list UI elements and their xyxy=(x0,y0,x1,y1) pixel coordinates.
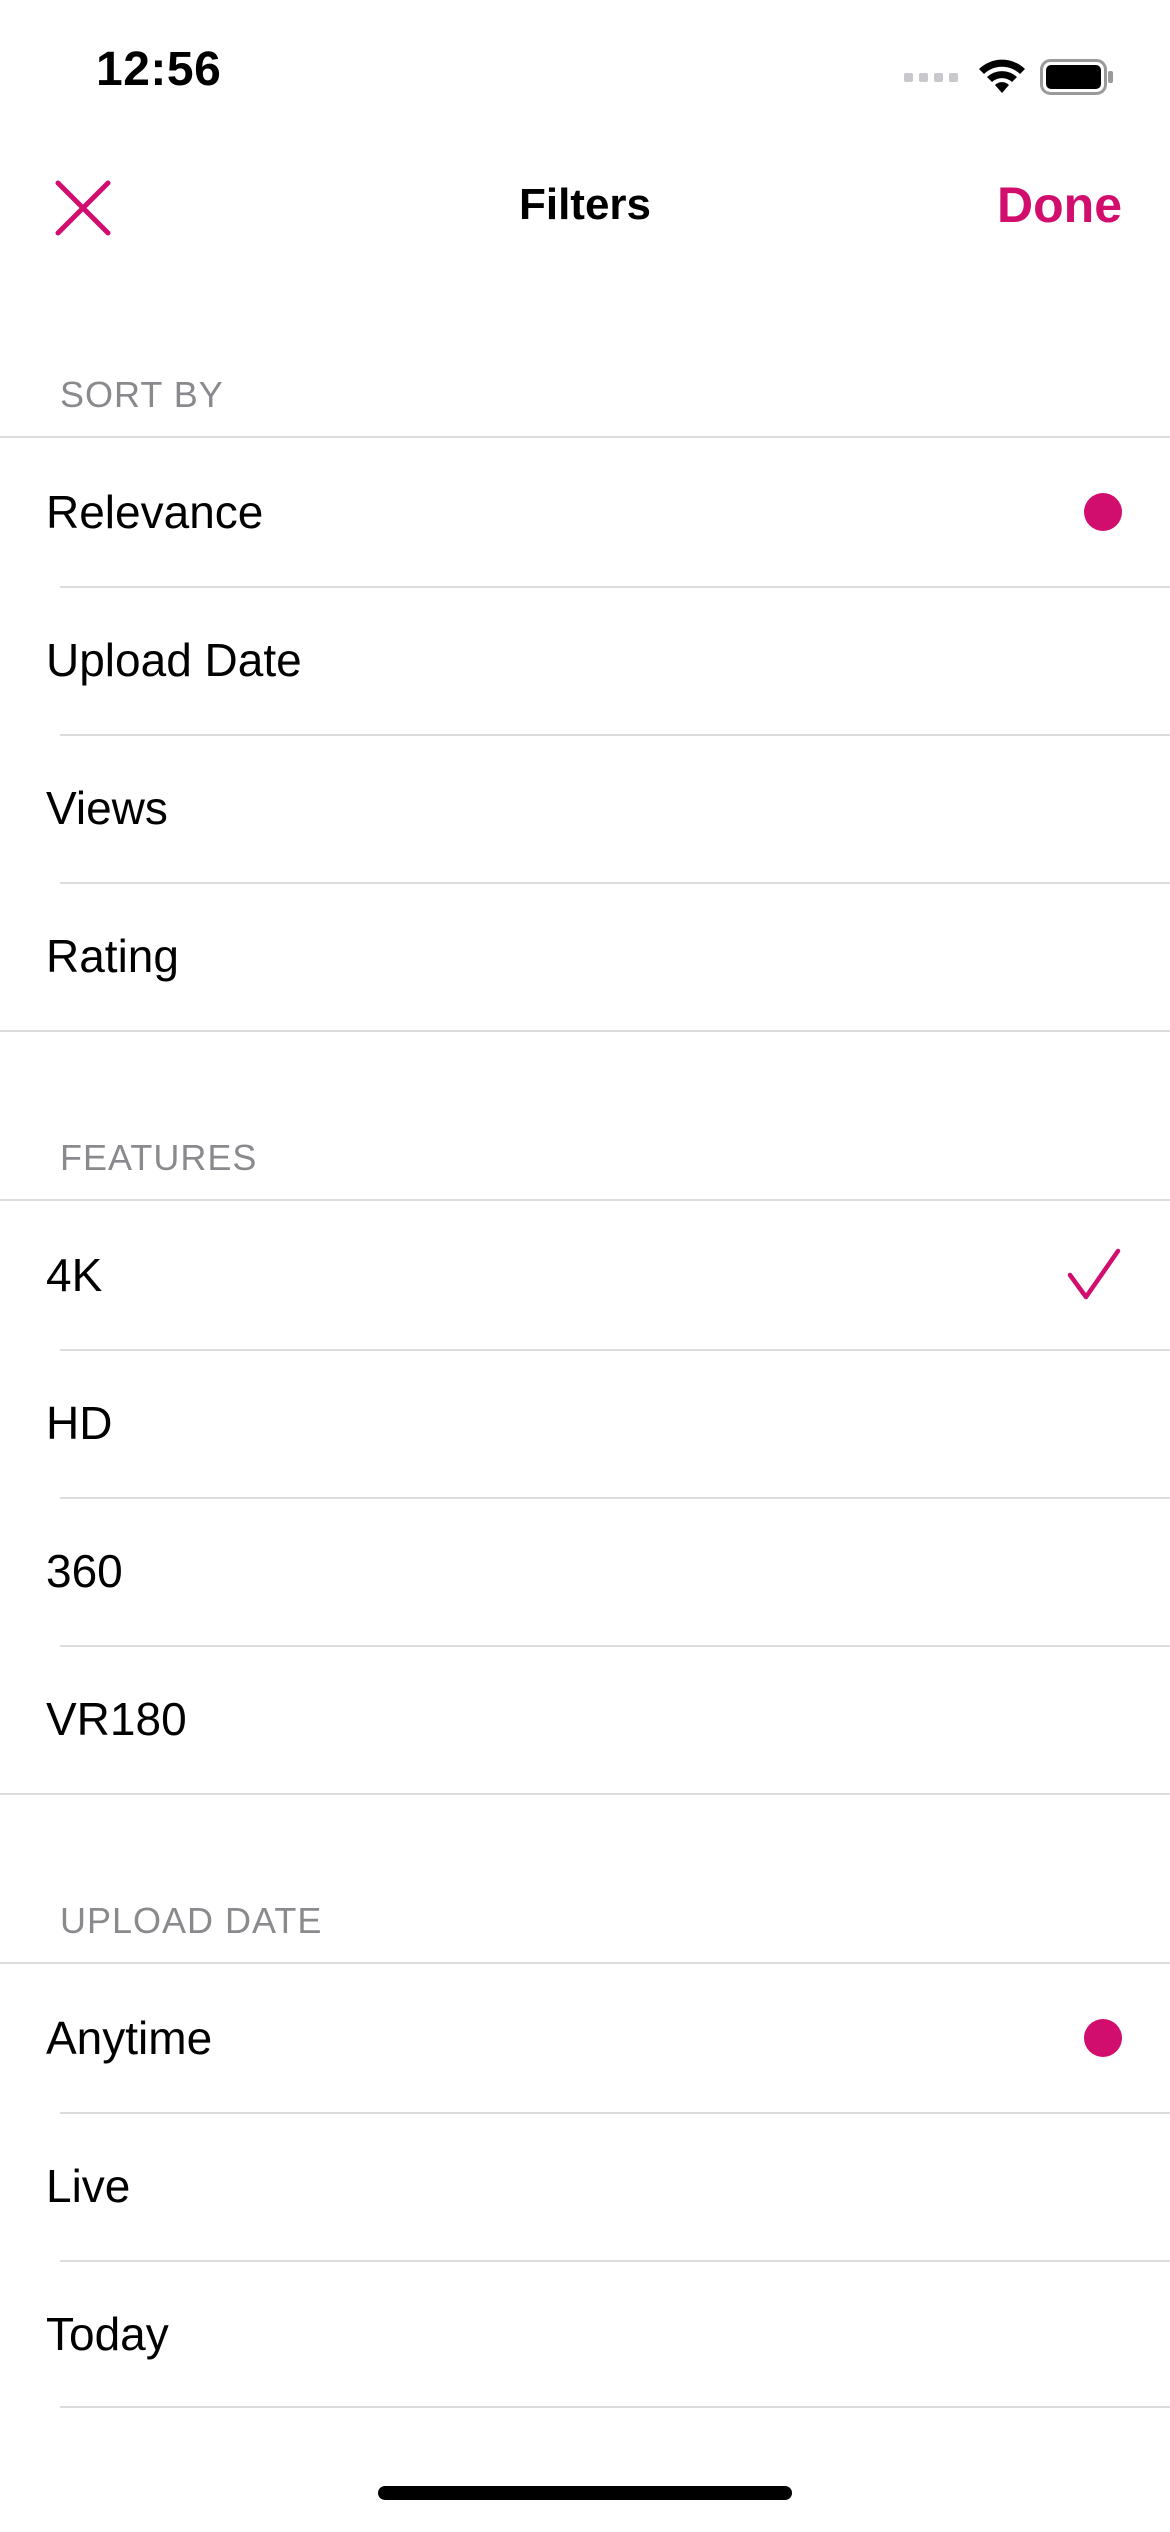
option-label: 4K xyxy=(46,1249,103,1301)
status-time: 12:56 xyxy=(96,43,222,96)
section-header-upload-date: UPLOAD DATE xyxy=(60,1900,323,1941)
upload-date-option-today[interactable]: Today xyxy=(0,2260,1170,2408)
battery-icon xyxy=(1040,59,1113,95)
radio-dot-icon xyxy=(1084,2019,1122,2057)
status-bar: 12:56 xyxy=(0,0,1170,150)
option-label: Views xyxy=(46,782,168,834)
section-header-features: FEATURES xyxy=(60,1137,258,1178)
upload-date-group: Anytime Live Today xyxy=(0,1962,1170,2408)
features-group: 4K HD 360 VR180 xyxy=(0,1199,1170,1795)
feature-option-360[interactable]: 360 xyxy=(0,1497,1170,1645)
sort-by-group: Relevance Upload Date Views Rating xyxy=(0,436,1170,1032)
feature-option-hd[interactable]: HD xyxy=(0,1349,1170,1497)
upload-date-option-live[interactable]: Live xyxy=(0,2112,1170,2260)
sort-option-relevance[interactable]: Relevance xyxy=(0,438,1170,586)
status-icons xyxy=(904,52,1114,102)
radio-dot-icon xyxy=(1084,493,1122,531)
done-button[interactable]: Done xyxy=(997,176,1122,234)
option-label: Relevance xyxy=(46,486,264,538)
list-separator xyxy=(60,2406,1170,2408)
page-title: Filters xyxy=(518,180,652,229)
feature-option-4k[interactable]: 4K xyxy=(0,1201,1170,1349)
nav-bar: Filters Done xyxy=(0,150,1170,266)
upload-date-option-anytime[interactable]: Anytime xyxy=(0,1964,1170,2112)
feature-option-vr180[interactable]: VR180 xyxy=(0,1645,1170,1793)
section-header-sort-by: SORT BY xyxy=(60,374,224,415)
checkmark-icon xyxy=(1067,1248,1121,1300)
option-label: HD xyxy=(46,1397,113,1449)
cellular-signal-icon xyxy=(904,72,958,82)
option-label: Rating xyxy=(46,930,179,982)
wifi-icon xyxy=(979,59,1025,93)
option-label: Upload Date xyxy=(46,634,302,686)
sort-option-upload-date[interactable]: Upload Date xyxy=(0,586,1170,734)
option-label: Live xyxy=(46,2160,131,2212)
option-label: Anytime xyxy=(46,2012,213,2064)
home-indicator[interactable] xyxy=(378,2486,792,2500)
option-label: 360 xyxy=(46,1545,123,1597)
sort-option-rating[interactable]: Rating xyxy=(0,882,1170,1030)
sort-option-views[interactable]: Views xyxy=(0,734,1170,882)
option-label: VR180 xyxy=(46,1693,187,1745)
option-label: Today xyxy=(46,2308,169,2360)
